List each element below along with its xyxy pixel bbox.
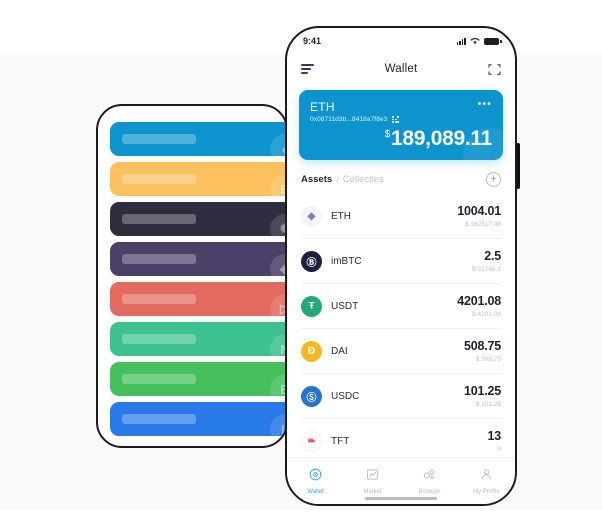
asset-fiat-value: $ 508.75 [475,355,501,363]
more-options-icon[interactable]: ••• [477,99,492,110]
card-neo[interactable]: N [110,322,286,356]
placeholder-bar [122,374,196,384]
screenshot-canvas: ♦B✹◈▷NBL 9:41 Wallet [0,0,602,532]
page-title: Wallet [384,63,418,75]
scan-qr-icon[interactable] [488,63,501,76]
asset-amount: 2.5 [484,249,501,264]
asset-amount: 508.75 [463,339,501,354]
currency-symbol: $ [384,129,391,140]
hamburger-menu-icon[interactable] [301,64,314,74]
tab-label: Browser [418,488,441,495]
asset-symbol: USDT [331,300,359,312]
card-bch[interactable]: B [110,362,286,396]
eth-token-icon: ◆ [301,205,322,227]
asset-fiat-value: $ 162517.48 [464,220,501,228]
token-card-stack-phone: ♦B✹◈▷NBL [96,104,288,448]
asset-symbol: ETH [331,210,351,222]
imbtc-token-icon: Ⓑ [301,250,322,272]
asset-symbol: imBTC [331,255,362,267]
assets-tab-row: Assets / Collectles + [287,160,515,194]
asset-values: 101.25 $ 101.25 [464,384,501,407]
balance-value: 189,089.11 [391,127,492,150]
asset-symbol: USDC [331,390,360,402]
asset-values: 508.75 $ 508.75 [464,339,501,362]
asset-symbol: DAI [331,345,348,357]
nav-bar: Wallet [287,54,515,84]
background-bottom-band [0,510,602,532]
signal-bars-icon [456,37,466,45]
asset-values: 13 0 [487,429,501,452]
token-card-list: ♦B✹◈▷NBL [110,122,286,442]
qr-code-icon[interactable] [392,116,400,123]
dai-token-icon: Ð [301,340,322,362]
status-indicators [456,37,502,45]
wallet-address: 0x08711d3b...8418a7f8e3 [310,116,388,123]
asset-symbol: TFT [331,435,350,447]
tft-token-icon: ❧ [301,430,322,452]
tab-label: Market [363,488,382,495]
tab-assets[interactable]: Assets [301,174,332,185]
wallet-phone: 9:41 Wallet ••• ETH 0x08711d3b...8418a7f… [285,26,517,506]
market-tab-icon [366,468,379,486]
asset-row[interactable]: Ð DAI 508.75 $ 508.75 [301,329,501,374]
card-dark[interactable]: ✹ [110,202,286,236]
tab-separator: / [336,174,339,185]
asset-fiat-value: $ 21760.1 [472,265,501,273]
add-token-button[interactable]: + [486,172,501,187]
asset-row[interactable]: ⒷimBTC 2.5 $ 21760.1 [301,239,501,284]
wallet-address-row[interactable]: 0x08711d3b...8418a7f8e3 [310,116,492,123]
asset-amount: 13 [487,429,501,444]
tab-label: My Profile [473,488,500,495]
asset-row[interactable]: Ⓢ USDC 101.25 $ 101.25 [301,374,501,419]
balance-amount: $189,089.11 [310,127,493,150]
asset-list: ◆ ETH 1004.01 $ 162517.48 ⒷimBTC 2.5 $ 21760.1… [287,194,515,463]
balance-card[interactable]: ••• ETH 0x08711d3b...8418a7f8e3 $189,089… [299,90,503,160]
card-ltc[interactable]: L [110,402,286,436]
usdc-token-icon: Ⓢ [301,385,322,407]
asset-amount: 4201.08 [457,294,501,309]
asset-row[interactable]: Ŧ USDT 4201.08 $ 4201.08 [301,284,501,329]
status-bar: 9:41 [287,28,515,54]
placeholder-bar [122,414,196,424]
battery-icon [484,37,502,45]
home-indicator [365,497,437,500]
tab-collectibles[interactable]: Collectles [343,174,384,185]
placeholder-bar [122,134,196,144]
asset-row[interactable]: ◆ ETH 1004.01 $ 162517.48 [301,194,501,239]
card-eos[interactable]: ◈ [110,242,286,276]
placeholder-bar [122,294,196,304]
asset-values: 4201.08 $ 4201.08 [457,294,501,317]
balance-symbol: ETH [310,100,335,114]
placeholder-bar [122,214,196,224]
placeholder-bar [122,334,196,344]
browser-tab-icon [423,468,436,486]
usdt-token-icon: Ŧ [301,295,322,317]
card-eth[interactable]: ♦ [110,122,286,156]
wallet-tab-icon [309,468,322,486]
tab-wallet[interactable]: Wallet [287,458,344,504]
tab-label: Wallet [307,488,324,495]
asset-values: 1004.01 $ 162517.48 [457,204,501,227]
asset-values: 2.5 $ 21760.1 [472,249,501,272]
asset-fiat-value: 0 [497,445,501,453]
asset-amount: 101.25 [463,384,501,399]
asset-amount: 1004.01 [457,204,501,219]
card-trx[interactable]: ▷ [110,282,286,316]
wifi-icon [470,38,480,45]
placeholder-bar [122,254,196,264]
asset-fiat-value: $ 4201.08 [472,310,501,318]
profile-tab-icon [480,468,493,486]
status-time: 9:41 [303,36,322,46]
placeholder-bar [122,174,196,184]
asset-fiat-value: $ 101.25 [475,400,501,408]
card-btc[interactable]: B [110,162,286,196]
tab-my-profile[interactable]: My Profile [458,458,515,504]
